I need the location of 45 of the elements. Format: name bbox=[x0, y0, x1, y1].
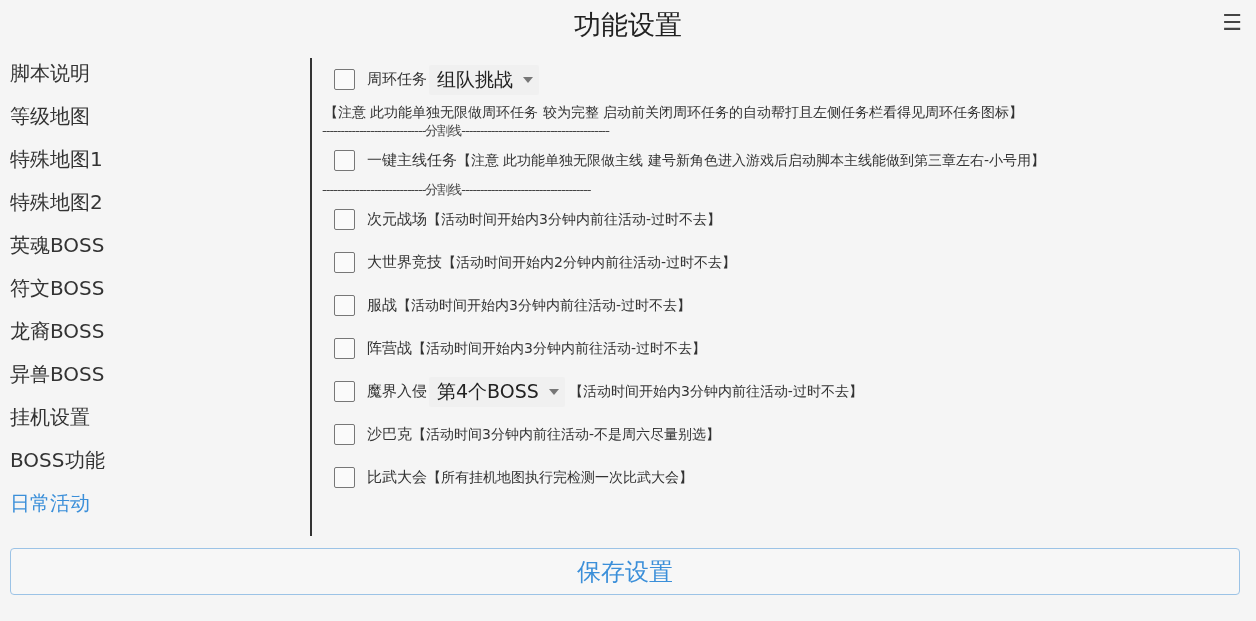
checkbox[interactable] bbox=[334, 252, 355, 273]
option-label: 阵营战 bbox=[367, 339, 412, 358]
option-label: 次元战场 bbox=[367, 210, 427, 229]
sidebar-item[interactable]: 英魂BOSS bbox=[10, 230, 310, 273]
dropdown[interactable]: 组队挑战 bbox=[429, 64, 539, 95]
option-note: 【活动时间3分钟内前往活动-不是周六尽量别选】 bbox=[412, 425, 720, 444]
checkbox[interactable] bbox=[334, 338, 355, 359]
option-note: 【活动时间开始内3分钟内前往活动-过时不去】 bbox=[568, 382, 863, 401]
option-note: 【注意 此功能单独无限做主线 建号新角色进入游戏后启动脚本主线能做到第三章左右-小号用】 bbox=[457, 151, 1045, 170]
option-label: 魔界入侵 bbox=[367, 382, 427, 401]
checkbox[interactable] bbox=[334, 69, 355, 90]
sidebar-item[interactable]: 挂机设置 bbox=[10, 402, 310, 445]
option-label: 周环任务 bbox=[367, 70, 427, 89]
page-title: 功能设置 bbox=[574, 8, 682, 42]
sidebar-item[interactable]: 脚本说明 bbox=[10, 58, 310, 101]
divider-text: ----------------------------分割线---------------------------------------- bbox=[322, 123, 611, 139]
option-label: 比武大会 bbox=[367, 468, 427, 487]
checkbox[interactable] bbox=[334, 381, 355, 402]
checkbox[interactable] bbox=[334, 150, 355, 171]
sidebar-item[interactable]: 龙裔BOSS bbox=[10, 316, 310, 359]
option-note: 【活动时间开始内3分钟内前往活动-过时不去】 bbox=[412, 339, 706, 358]
sidebar-item[interactable]: BOSS功能 bbox=[10, 445, 310, 488]
checkbox[interactable] bbox=[334, 295, 355, 316]
sidebar-item[interactable]: 异兽BOSS bbox=[10, 359, 310, 402]
option-note: 【所有挂机地图执行完检测一次比武大会】 bbox=[427, 468, 693, 487]
option-label: 大世界竞技 bbox=[367, 253, 442, 272]
sidebar-item[interactable]: 符文BOSS bbox=[10, 273, 310, 316]
checkbox[interactable] bbox=[334, 424, 355, 445]
caret-icon bbox=[523, 76, 533, 83]
checkbox[interactable] bbox=[334, 209, 355, 230]
option-note: 【活动时间开始内2分钟内前往活动-过时不去】 bbox=[442, 253, 736, 272]
menu-button[interactable]: ☰ bbox=[1218, 8, 1246, 37]
option-note: 【活动时间开始内3分钟内前往活动-过时不去】 bbox=[397, 296, 691, 315]
divider-text: ----------------------------分割线----------------------------------- bbox=[322, 182, 592, 198]
notice-text: 【注意 此功能单独无限做周环任务 较为完整 启动前关闭周环任务的自动帮打且左侧任务栏看得见周环任务图标】 bbox=[324, 103, 1025, 122]
sidebar-item[interactable]: 特殊地图1 bbox=[10, 144, 310, 187]
sidebar-item[interactable]: 等级地图 bbox=[10, 101, 310, 144]
option-note: 【活动时间开始内3分钟内前往活动-过时不去】 bbox=[427, 210, 721, 229]
checkbox[interactable] bbox=[334, 467, 355, 488]
dropdown[interactable]: 第4个BOSS bbox=[429, 376, 565, 407]
sidebar-item[interactable]: 特殊地图2 bbox=[10, 187, 310, 230]
option-label: 一键主线任务 bbox=[367, 151, 457, 170]
caret-icon bbox=[548, 388, 559, 395]
option-label: 沙巴克 bbox=[367, 425, 412, 444]
option-label: 服战 bbox=[367, 296, 397, 315]
